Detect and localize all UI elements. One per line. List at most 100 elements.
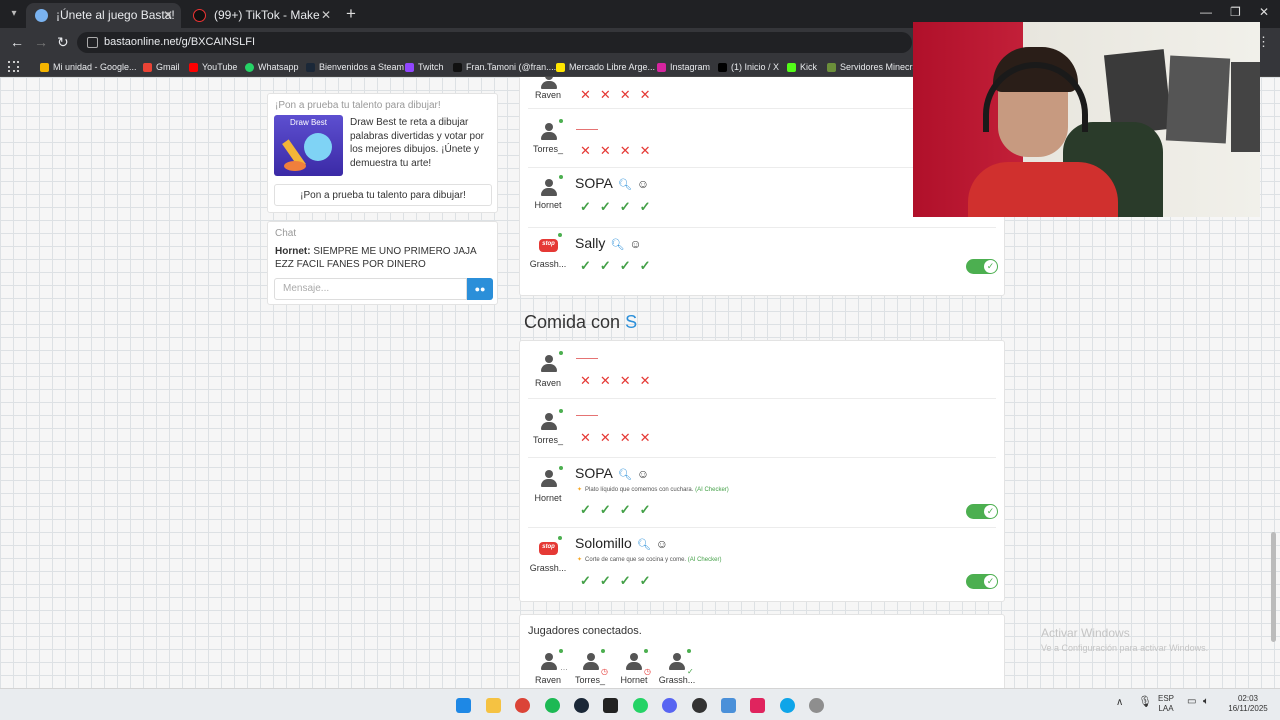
bookmark-steam[interactable]: Bienvenidos a Steam [306,60,404,74]
promo-button[interactable]: ¡Pon a prueba tu talento para dibujar! [274,184,492,206]
chevron-up-icon[interactable]: ∧ [1116,698,1123,708]
player-name: Grassh... [529,563,567,573]
vote-marks[interactable]: ✕✕✕✕ [580,143,660,159]
bookmark-youtube[interactable]: YouTube [189,60,237,74]
language-indicator[interactable]: ESP LAA [1158,694,1174,714]
bookmark-drive[interactable]: Mi unidad - Google... [40,60,137,74]
mercadolibre-icon [556,63,565,72]
avatar [540,175,563,197]
vote-marks[interactable]: ✓✓✓✓ [580,502,660,518]
vote-marks[interactable]: ✓✓✓✓ [580,199,660,215]
close-window-icon[interactable]: ✕ [1259,5,1269,19]
chat-message: Hornet: SIEMPRE ME UNO PRIMERO JAJA EZZ … [275,245,495,271]
obs-icon[interactable] [692,698,707,713]
ai-checker-label: (AI Checker) [687,557,722,563]
vote-marks[interactable]: ✕✕✕✕ [580,87,660,103]
globe-icon [35,9,48,22]
whatsapp-icon[interactable] [633,698,648,713]
tab-tiktok[interactable]: (99+) TikTok - Make Your Day ✕ [184,3,339,47]
spotify-icon[interactable] [545,698,560,713]
site-info-icon[interactable] [87,37,98,48]
search-icon[interactable]: 🔍︎ [618,469,632,481]
tiktok-icon [193,9,206,22]
players-card: Jugadores conectados. … Raven ◷ Torres_ … [519,614,1005,688]
ai-checker-label: (AI Checker) [695,487,729,493]
empty-answer-dash [576,129,598,130]
valid-toggle[interactable]: ✓ [966,259,998,274]
chat-send-button[interactable]: ●● [467,278,493,300]
discord-icon[interactable] [662,698,677,713]
chrome-icon[interactable] [515,698,530,713]
file-explorer-icon[interactable] [486,698,501,713]
online-dot [559,409,563,413]
capcut-icon[interactable] [750,698,765,713]
search-icon[interactable]: 🔍︎ [637,539,651,551]
answer-row: Raven ✕✕✕✕ [520,341,1004,399]
url-field[interactable]: bastaonline.net/g/BXCAINSLFI [77,32,912,53]
tab-basta[interactable]: ¡Únete al juego Basta! ✕ [26,3,181,28]
settings-icon[interactable] [809,698,824,713]
empty-answer-dash [576,415,598,416]
tab-search-icon[interactable]: ▾ [6,6,22,22]
activation-watermark-subtitle: Ve a Configuración para activar Windows. [1041,643,1209,653]
network-icon[interactable]: ▭ [1187,697,1196,707]
draw-best-image[interactable]: Draw Best [274,115,343,176]
divider [528,227,996,228]
new-tab-button[interactable]: + [346,3,356,25]
valid-toggle[interactable]: ✓ [966,574,998,589]
search-icon[interactable]: 🔍︎ [618,179,632,191]
windows-start-icon[interactable] [456,698,471,713]
edge-icon[interactable] [780,698,795,713]
bookmark-tiktok[interactable]: Fran.Tamoni (@fran.... [453,60,556,74]
microphone-icon[interactable]: 🎙︎ [1138,697,1152,708]
apps-icon[interactable] [8,61,19,72]
emoji-icon[interactable]: ☺ [637,467,649,481]
restore-icon[interactable]: ❐ [1230,5,1241,19]
bookmark-whatsapp[interactable]: Whatsapp [245,60,299,74]
close-icon[interactable]: ✕ [321,3,331,28]
online-dot [559,466,563,470]
poster [1165,55,1231,144]
bookmark-instagram[interactable]: Instagram [657,60,710,74]
tiktok-icon [453,63,462,72]
back-icon[interactable]: ← [10,34,24,50]
vote-marks[interactable]: ✓✓✓✓ [580,573,660,589]
answer-row: Torres_ ✕✕✕✕ [520,398,1004,458]
page-scrollbar[interactable] [1271,532,1276,642]
chat-input[interactable]: Mensaje... [274,278,467,300]
bookmark-mercadolibre[interactable]: Mercado Libre Arge... [556,60,655,74]
valid-toggle[interactable]: ✓ [966,504,998,519]
emoji-icon[interactable]: ☺ [637,177,649,191]
poster [1231,62,1260,152]
minimize-icon[interactable]: — [1200,5,1212,19]
avatar [540,649,563,671]
close-icon[interactable]: ✕ [163,3,173,28]
volume-icon[interactable]: 🔈︎ [1203,697,1209,707]
instagram-icon [657,63,666,72]
vote-marks[interactable]: ✓✓✓✓ [580,258,660,274]
emoji-icon[interactable]: ☺ [656,537,668,551]
vote-marks[interactable]: ✕✕✕✕ [580,430,660,446]
notepad-icon[interactable] [721,698,736,713]
bookmark-gmail[interactable]: Gmail [143,60,180,74]
bookmark-kick[interactable]: Kick [787,60,817,74]
steam-icon[interactable] [574,698,589,713]
chat-author: Hornet: [275,246,311,257]
avatar [625,649,648,671]
forward-icon[interactable]: → [34,34,48,50]
player-name: Torres_ [532,144,563,154]
epic-games-icon[interactable] [603,698,618,713]
answer-word: Sally 🔍︎ ☺ [575,235,642,251]
reload-icon[interactable]: ↻ [57,34,69,51]
bookmark-twitch[interactable]: Twitch [405,60,444,74]
round-letter: S [625,312,638,332]
search-icon[interactable]: 🔍︎ [610,239,624,251]
bookmark-x[interactable]: (1) Inicio / X [718,60,779,74]
avatar [540,351,563,373]
emoji-icon[interactable]: ☺ [629,237,641,251]
clock[interactable]: 02:03 16/11/2025 [1224,694,1272,714]
online-dot [558,536,562,540]
vote-marks[interactable]: ✕✕✕✕ [580,373,660,389]
check-icon: ✓ [984,575,997,588]
player-name: Grassh... [658,675,696,685]
